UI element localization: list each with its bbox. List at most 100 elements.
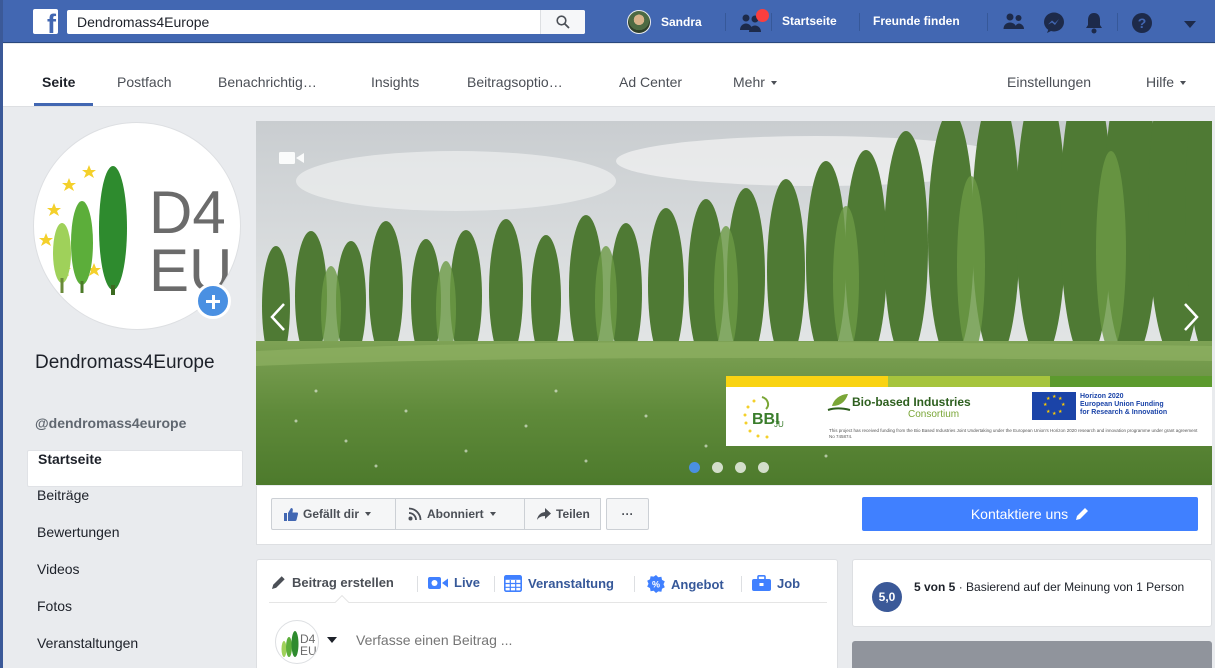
rating-summary[interactable]: 5 von 5 · Basierend auf der Meinung von …	[914, 579, 1204, 595]
tab-postfach[interactable]: Postfach	[117, 74, 171, 90]
svg-text:?: ?	[1138, 15, 1147, 31]
user-avatar	[627, 9, 651, 34]
tab-offer-label: Angebot	[671, 576, 724, 592]
previous-slide-arrow-icon[interactable]	[270, 302, 286, 332]
banner-stripe	[726, 376, 888, 387]
sidebar-item-bewertungen[interactable]: Bewertungen	[27, 524, 243, 561]
tab-event-label: Veranstaltung	[528, 576, 614, 591]
slide-dot[interactable]	[758, 462, 769, 473]
follow-button[interactable]: Abonniert	[396, 498, 525, 530]
composer-page-avatar[interactable]: D4 EU	[275, 620, 319, 664]
add-profile-picture-plus-icon[interactable]	[195, 283, 231, 319]
rating-score-badge[interactable]: 5,0	[872, 582, 902, 612]
composer-identity-chevron-down-icon[interactable]	[327, 637, 337, 643]
divider	[417, 576, 418, 592]
more-options-label: ···	[621, 507, 634, 521]
pencil-icon	[272, 576, 285, 589]
tab-einstellungen[interactable]: Einstellungen	[1007, 74, 1091, 90]
active-tab-indicator	[34, 103, 93, 106]
calendar-icon	[504, 575, 522, 592]
divider	[859, 13, 860, 31]
like-button[interactable]: Gefällt dir	[271, 498, 396, 530]
search-input[interactable]	[67, 10, 537, 34]
sidebar-item-fotos[interactable]: Fotos	[27, 598, 243, 635]
tab-job-label: Job	[777, 575, 801, 591]
tab-mehr-label: Mehr	[733, 74, 765, 90]
rating-separator: ·	[955, 580, 967, 594]
rating-detail: Basierend auf der Meinung von 1 Person	[966, 580, 1185, 594]
facebook-logo-icon[interactable]: f	[33, 9, 58, 34]
friend-requests-button[interactable]	[739, 9, 769, 34]
search-button[interactable]	[540, 10, 585, 34]
rss-follow-icon	[408, 507, 422, 521]
chevron-down-icon	[365, 512, 372, 516]
sidebar-item-startseite[interactable]: Startseite	[27, 450, 243, 487]
divider	[634, 576, 635, 592]
profile-link[interactable]: Sandra	[627, 9, 702, 34]
page-admin-navigation: Seite Postfach Benachrichtig… Insights B…	[3, 44, 1215, 107]
pencil-icon	[1076, 508, 1089, 520]
bic-subtitle: Consortium	[908, 409, 960, 420]
slide-dot[interactable]	[712, 462, 723, 473]
horizon-2020-text: Horizon 2020 European Union Funding for …	[1080, 393, 1167, 417]
friends-icon[interactable]	[1003, 12, 1025, 32]
help-icon[interactable]: ?	[1131, 12, 1153, 33]
funding-banner: BBI JU Bio-based Industries Consortium ★…	[726, 376, 1212, 446]
tab-create-post[interactable]: Beitrag erstellen	[271, 575, 394, 590]
d4eu-logo-small: D4 EU	[281, 631, 317, 658]
contact-us-button[interactable]: Kontaktiere uns	[862, 497, 1198, 531]
live-video-icon	[428, 576, 448, 589]
slide-dot[interactable]	[735, 462, 746, 473]
sidebar-item-videos[interactable]: Videos	[27, 561, 243, 598]
share-button[interactable]: Teilen	[525, 498, 601, 530]
sidebar-item-veranstaltungen[interactable]: Veranstaltungen	[27, 635, 243, 668]
rating-headline: 5 von 5	[914, 580, 956, 594]
divider	[987, 13, 988, 31]
svg-text:%: %	[652, 580, 660, 590]
find-friends-link[interactable]: Freunde finden	[873, 14, 960, 28]
messenger-icon[interactable]	[1043, 12, 1065, 33]
banner-stripe	[888, 376, 1050, 387]
tab-insights[interactable]: Insights	[371, 74, 419, 90]
chevron-down-icon	[1180, 81, 1187, 86]
next-slide-arrow-icon[interactable]	[1183, 302, 1199, 332]
divider	[494, 576, 495, 592]
eu-flag-icon: ★ ★ ★ ★ ★ ★ ★ ★	[1032, 392, 1076, 420]
home-link[interactable]: Startseite	[782, 14, 837, 28]
slide-dot-active[interactable]	[689, 462, 700, 473]
contact-label: Kontaktiere uns	[970, 506, 1069, 522]
window-frame-edge	[0, 0, 3, 668]
search-box	[67, 10, 585, 34]
tab-event[interactable]: Veranstaltung	[504, 575, 614, 592]
tab-seite[interactable]: Seite	[42, 74, 75, 90]
share-arrow-icon	[537, 508, 551, 520]
sidebar-item-beitraege[interactable]: Beiträge	[27, 487, 243, 524]
more-options-button[interactable]: ···	[606, 498, 649, 530]
page-handle[interactable]: @dendromass4europe	[35, 415, 186, 431]
tab-ad-center[interactable]: Ad Center	[619, 74, 682, 90]
share-label: Teilen	[556, 507, 590, 521]
composer-input[interactable]	[348, 627, 818, 653]
tab-beitragsoptionen[interactable]: Beitragsoptio…	[467, 74, 563, 90]
tab-job[interactable]: Job	[752, 575, 800, 591]
tab-hilfe[interactable]: Hilfe	[1146, 74, 1187, 90]
eu-line: for Research & Innovation	[1080, 409, 1168, 416]
tab-mehr[interactable]: Mehr	[733, 74, 777, 90]
search-icon	[556, 15, 570, 29]
user-name: Sandra	[661, 14, 702, 29]
eu-line: Horizon 2020	[1080, 393, 1124, 400]
tab-benachrichtigungen[interactable]: Benachrichtig…	[218, 74, 317, 90]
follow-label: Abonniert	[427, 507, 484, 521]
tab-hilfe-label: Hilfe	[1146, 74, 1175, 90]
briefcase-icon	[752, 575, 771, 591]
top-navigation-bar: f Sandra Startseite Freunde finden	[0, 0, 1215, 43]
bbi-ju-text: JU	[774, 420, 784, 429]
funding-disclaimer: This project has received funding from t…	[829, 428, 1198, 439]
tab-offer[interactable]: % Angebot	[647, 575, 724, 593]
rating-card: 5,0 5 von 5 · Basierend auf der Meinung …	[852, 559, 1212, 627]
tab-live[interactable]: Live	[428, 575, 480, 590]
like-label: Gefällt dir	[303, 507, 360, 521]
account-menu-chevron-down-icon[interactable]	[1183, 17, 1205, 37]
notifications-bell-icon[interactable]	[1084, 12, 1106, 34]
notification-dot	[756, 9, 769, 22]
